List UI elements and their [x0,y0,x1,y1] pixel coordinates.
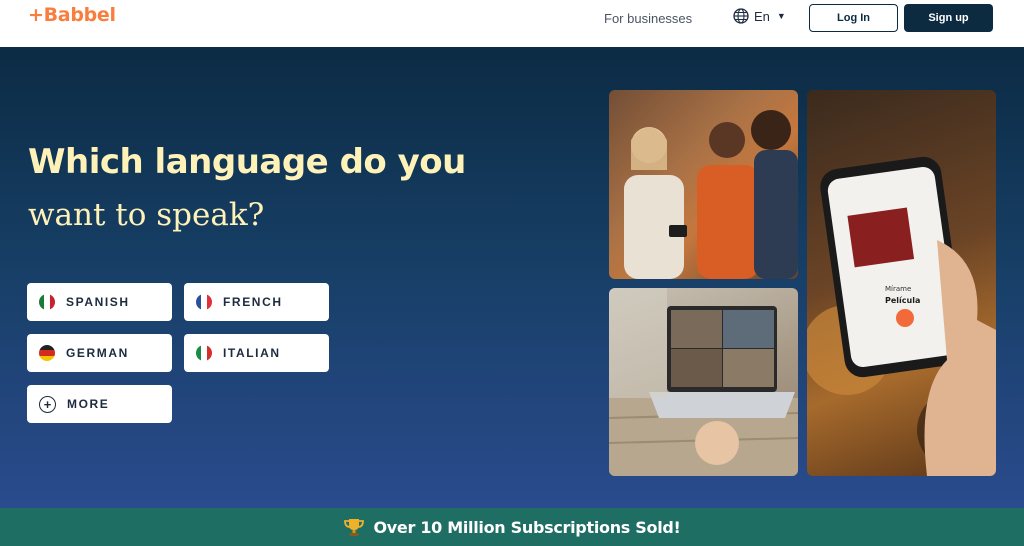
banner-text: Over 10 Million Subscriptions Sold! [373,517,681,537]
france-flag-icon [196,294,212,310]
language-button-spanish[interactable]: SPANISH [27,283,172,321]
language-button-italian[interactable]: ITALIAN [184,334,329,372]
laptop-video-call-photo [609,288,798,476]
phone-app-photo: Mírame Película [807,90,996,476]
for-businesses-link[interactable]: For businesses [604,11,692,26]
subscriptions-banner: Over 10 Million Subscriptions Sold! [0,508,1024,546]
language-label: ITALIAN [223,346,281,360]
mexico-flag-icon [39,294,55,310]
language-label: FRENCH [223,295,283,309]
login-button[interactable]: Log In [809,4,898,32]
chevron-down-icon: ▼ [776,11,786,21]
germany-flag-icon [39,345,55,361]
top-header: +Babbel For businesses En ▼ Log In Sign … [0,0,1024,47]
signup-button[interactable]: Sign up [904,4,993,32]
trophy-icon [344,519,365,536]
hero-subtitle: want to speak? [28,197,265,233]
language-button-german[interactable]: GERMAN [27,334,172,372]
hero-section: Which language do you want to speak? SPA… [0,47,1024,508]
italy-flag-icon [196,345,212,361]
language-button-french[interactable]: FRENCH [184,283,329,321]
babbel-logo[interactable]: +Babbel [28,4,116,26]
language-button-more[interactable]: + MORE [27,385,172,423]
language-label: SPANISH [66,295,130,309]
hero-title: Which language do you [28,142,466,182]
language-selector[interactable]: En ▼ [733,8,786,24]
language-label: MORE [67,397,110,411]
plus-circle-icon: + [39,395,56,413]
language-selector-value: En [754,8,770,24]
phone-word: Película [885,296,920,305]
language-label: GERMAN [66,346,129,360]
globe-icon [733,8,749,24]
phone-sublabel: Mírame [885,285,911,293]
friends-photo [609,90,798,279]
